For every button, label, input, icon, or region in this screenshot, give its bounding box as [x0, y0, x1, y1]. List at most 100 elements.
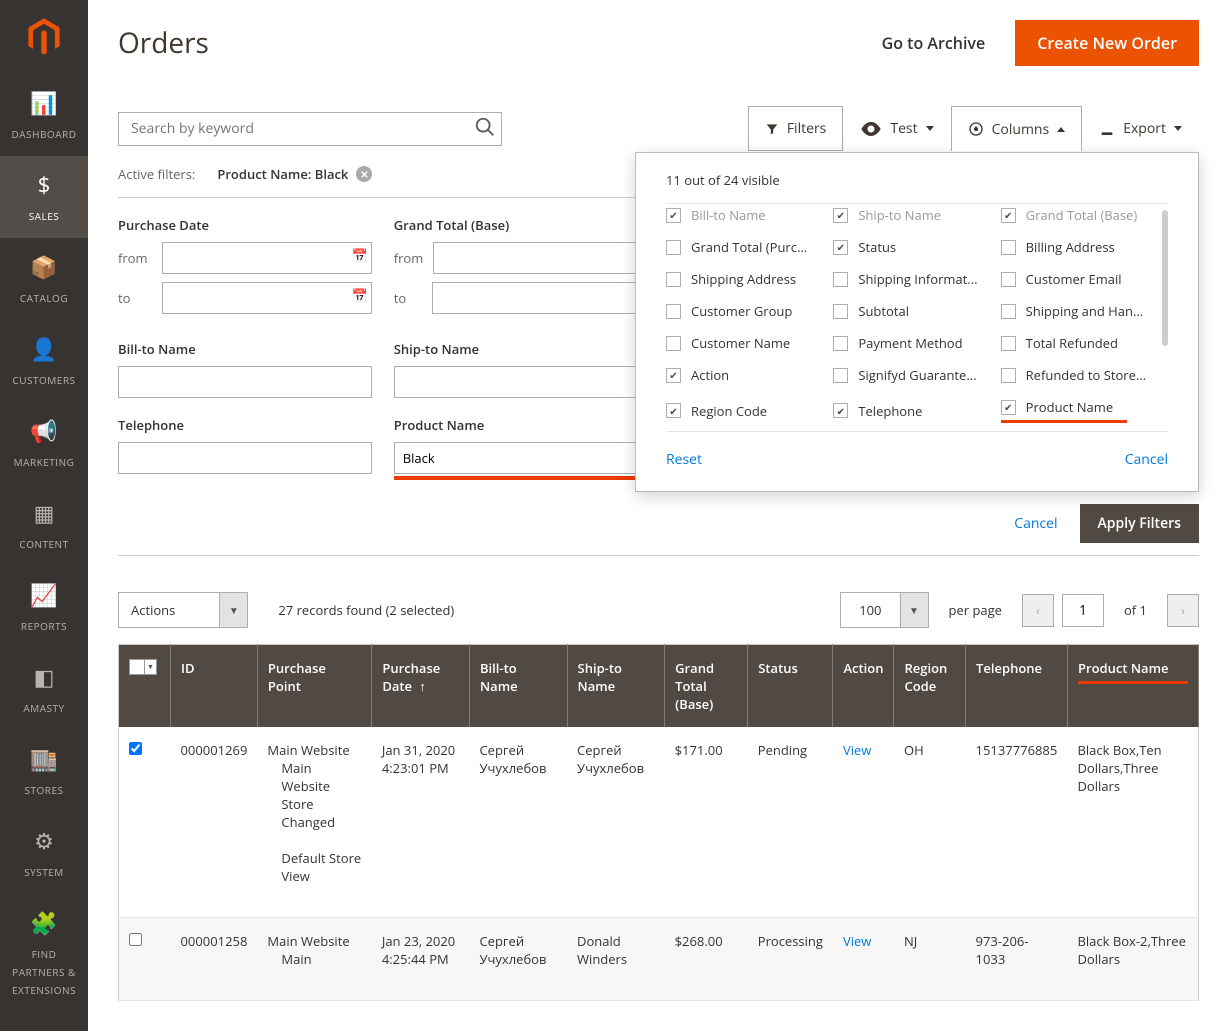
checkbox-icon [1001, 272, 1016, 287]
product-name-label: Product Name [394, 416, 648, 434]
nav-icon: 📊 [4, 88, 84, 118]
prev-page-button[interactable]: ‹ [1022, 594, 1054, 627]
page-number-input[interactable] [1062, 594, 1104, 627]
column-toggle-total-refunded[interactable]: Total Refunded [1001, 334, 1158, 352]
column-toggle-grand-total-base-[interactable]: Grand Total (Base) [1001, 206, 1158, 224]
columns-reset-link[interactable]: Reset [666, 450, 702, 469]
view-order-link[interactable]: View [843, 932, 871, 950]
col-header-id[interactable]: ID [171, 645, 258, 728]
nav-dashboard[interactable]: 📊DASHBOARD [0, 74, 88, 156]
col-header-status[interactable]: Status [748, 645, 833, 728]
checkbox-icon [833, 336, 848, 351]
column-toggle-grand-total-purc-[interactable]: Grand Total (Purc... [666, 238, 823, 256]
product-name-input[interactable] [394, 442, 648, 474]
ship-to-name-label: Ship-to Name [394, 340, 648, 358]
nav-reports[interactable]: 📈REPORTS [0, 566, 88, 648]
column-toggle-telephone[interactable]: Telephone [833, 398, 990, 423]
checkbox-icon [1001, 240, 1016, 255]
chevron-down-icon [926, 126, 934, 131]
telephone-input[interactable] [118, 442, 372, 474]
apply-filters-button[interactable]: Apply Filters [1080, 504, 1199, 543]
col-header-telephone[interactable]: Telephone [966, 645, 1068, 728]
col-header-grand-total-base-[interactable]: Grand Total (Base) [665, 645, 748, 728]
calendar-icon[interactable]: 📅 [352, 286, 368, 304]
column-toggle-signifyd-guarante-[interactable]: Signifyd Guarante... [833, 366, 990, 384]
filters-label: Filters [787, 119, 827, 138]
columns-button[interactable]: Columns [951, 106, 1083, 151]
cell: 000001269 [171, 727, 258, 918]
create-new-order-button[interactable]: Create New Order [1015, 20, 1199, 66]
column-toggle-status[interactable]: Status [833, 238, 990, 256]
column-toggle-shipping-address[interactable]: Shipping Address [666, 270, 823, 288]
checkbox-icon [833, 240, 848, 255]
nav-stores[interactable]: 🏬STORES [0, 730, 88, 812]
select-all-checkbox[interactable]: ▼ [129, 659, 160, 675]
nav-icon: 📈 [4, 580, 84, 610]
search-button[interactable] [474, 116, 496, 142]
column-toggle-customer-name[interactable]: Customer Name [666, 334, 823, 352]
cell: Pending [748, 727, 833, 918]
column-toggle-subtotal[interactable]: Subtotal [833, 302, 990, 320]
checkbox-icon [666, 240, 681, 255]
column-toggle-refunded-to-store-[interactable]: Refunded to Store... [1001, 366, 1158, 384]
col-header-ship-to-name[interactable]: Ship-to Name [567, 645, 665, 728]
nav-amasty[interactable]: ◧AMASTY [0, 648, 88, 730]
mass-actions-dropdown[interactable]: Actions ▼ [118, 592, 248, 628]
column-toggle-shipping-and-han-[interactable]: Shipping and Han... [1001, 302, 1158, 320]
purchase-date-from-input[interactable] [162, 242, 372, 274]
col-header-purchase-date[interactable]: Purchase Date ↑ [372, 645, 470, 728]
column-toggle-action[interactable]: Action [666, 366, 823, 384]
grand-total-from-input[interactable] [433, 242, 647, 274]
column-toggle-payment-method[interactable]: Payment Method [833, 334, 990, 352]
next-page-button[interactable]: › [1167, 594, 1199, 627]
search-input[interactable] [118, 112, 502, 146]
col-header-region-code[interactable]: Region Code [894, 645, 966, 728]
nav-system[interactable]: ⚙SYSTEM [0, 812, 88, 894]
export-button[interactable]: Export [1082, 106, 1199, 151]
scrollbar[interactable] [1162, 210, 1168, 346]
table-row: 000001269Main WebsiteMain Website Store … [119, 727, 1199, 918]
grand-total-to-input[interactable] [432, 282, 647, 314]
nav-customers[interactable]: 👤CUSTOMERS [0, 320, 88, 402]
go-to-archive-link[interactable]: Go to Archive [882, 32, 986, 54]
nav-icon: $ [4, 170, 84, 200]
default-view-button[interactable]: Test [843, 106, 950, 151]
calendar-icon[interactable]: 📅 [352, 246, 368, 264]
nav-catalog[interactable]: 📦CATALOG [0, 238, 88, 320]
nav-content[interactable]: ▦CONTENT [0, 484, 88, 566]
nav-find-partners-extensions[interactable]: 🧩FIND PARTNERS & EXTENSIONS [0, 894, 88, 1012]
magento-logo[interactable] [0, 0, 88, 74]
column-toggle-billing-address[interactable]: Billing Address [1001, 238, 1158, 256]
cancel-filters-link[interactable]: Cancel [1014, 514, 1057, 533]
cell: Main WebsiteMain [257, 918, 371, 1001]
column-toggle-region-code[interactable]: Region Code [666, 398, 823, 423]
nav-icon: ▦ [4, 498, 84, 528]
column-toggle-customer-email[interactable]: Customer Email [1001, 270, 1158, 288]
nav-marketing[interactable]: 📢MARKETING [0, 402, 88, 484]
column-toggle-product-name[interactable]: Product Name [1001, 398, 1158, 416]
per-page-select[interactable]: 100 ▼ [840, 592, 928, 628]
col-header-product-name[interactable]: Product Name [1068, 645, 1199, 728]
columns-cancel-link[interactable]: Cancel [1125, 450, 1168, 469]
column-toggle-bill-to-name[interactable]: Bill-to Name [666, 206, 823, 224]
filters-button[interactable]: Filters [748, 106, 844, 151]
nav-sales[interactable]: $SALES [0, 156, 88, 238]
col-header-bill-to-name[interactable]: Bill-to Name [469, 645, 567, 728]
checkbox-icon [833, 272, 848, 287]
column-toggle-shipping-informat-[interactable]: Shipping Informat... [833, 270, 990, 288]
ship-to-name-input[interactable] [394, 366, 648, 398]
bill-to-name-input[interactable] [118, 366, 372, 398]
row-checkbox[interactable] [129, 742, 142, 755]
cell: View [833, 918, 894, 1001]
col-header-purchase-point[interactable]: Purchase Point [257, 645, 371, 728]
col-header-action[interactable]: Action [833, 645, 894, 728]
column-toggle-ship-to-name[interactable]: Ship-to Name [833, 206, 990, 224]
page-of-label: of 1 [1124, 601, 1147, 619]
column-toggle-customer-group[interactable]: Customer Group [666, 302, 823, 320]
purchase-date-to-input[interactable] [162, 282, 372, 314]
view-order-link[interactable]: View [843, 741, 871, 759]
row-checkbox[interactable] [129, 933, 142, 946]
remove-filter-icon[interactable]: ✕ [356, 166, 372, 182]
nav-icon: 👤 [4, 334, 84, 364]
bill-to-name-label: Bill-to Name [118, 340, 372, 358]
